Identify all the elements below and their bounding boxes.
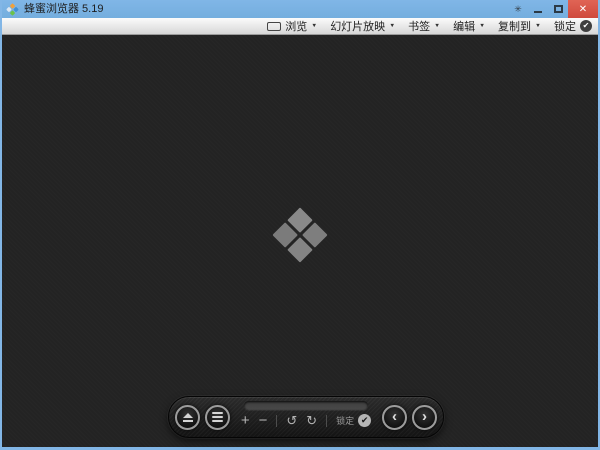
chevron-down-icon: ▼ — [311, 23, 317, 28]
menu-browse[interactable]: 浏览 ▼ — [267, 18, 317, 34]
menu-lock-label: 锁定 — [554, 18, 576, 34]
menu-button[interactable] — [205, 405, 230, 430]
app-window: 蜂蜜浏览器 5.19 ✳ ✕ 浏览 ▼ 幻灯片放映 ▼ 书签 ▼ 编辑 — [0, 0, 600, 450]
window-title: 蜂蜜浏览器 5.19 — [24, 0, 103, 18]
app-logo-icon — [6, 3, 19, 16]
hamburger-menu-icon — [212, 412, 223, 422]
previous-image-button[interactable]: ‹ — [382, 405, 407, 430]
main-toolbar: 浏览 ▼ 幻灯片放映 ▼ 书签 ▼ 编辑 ▼ 复制到 ▼ 锁定 ✔ — [2, 18, 598, 35]
app-logo-watermark — [272, 207, 327, 262]
rotate-right-button[interactable]: ↻ — [306, 414, 317, 427]
chevron-right-icon: › — [422, 409, 427, 424]
minimize-button[interactable] — [528, 0, 548, 18]
divider — [276, 415, 277, 427]
close-icon: ✕ — [579, 4, 587, 15]
divider — [326, 415, 327, 427]
zoom-out-button[interactable]: − — [259, 413, 268, 428]
title-bar: 蜂蜜浏览器 5.19 ✳ ✕ — [2, 0, 598, 18]
check-circle-icon: ✔ — [580, 20, 592, 32]
menu-browse-label: 浏览 — [285, 18, 307, 34]
pin-topmost-button[interactable]: ✳ — [508, 0, 528, 18]
eject-icon — [183, 413, 193, 418]
rotate-left-button[interactable]: ↺ — [286, 414, 297, 427]
eject-button[interactable] — [175, 405, 200, 430]
check-circle-icon: ✔ — [358, 414, 371, 427]
bottom-control-bar: + − ↺ ↻ 锁定 ✔ ‹ › — [168, 396, 444, 438]
chevron-down-icon: ▼ — [479, 23, 485, 28]
lock-toggle[interactable]: 锁定 ✔ — [336, 414, 371, 427]
control-bar-middle: + − ↺ ↻ 锁定 ✔ — [238, 397, 374, 428]
chevron-down-icon: ▼ — [434, 23, 440, 28]
pin-topmost-icon: ✳ — [514, 4, 522, 15]
close-button[interactable]: ✕ — [568, 0, 598, 18]
zoom-in-button[interactable]: + — [241, 413, 250, 428]
menu-lock-toggle[interactable]: 锁定 ✔ — [554, 18, 592, 34]
minimize-icon — [534, 11, 542, 13]
menu-copy-to[interactable]: 复制到 ▼ — [498, 18, 541, 34]
position-slider[interactable] — [244, 401, 368, 410]
menu-edit[interactable]: 编辑 ▼ — [453, 18, 485, 34]
lock-label: 锁定 — [336, 414, 354, 427]
eject-icon-bar — [183, 420, 193, 422]
menu-bookmarks-label: 书签 — [408, 18, 430, 34]
next-image-button[interactable]: › — [412, 405, 437, 430]
menu-bookmarks[interactable]: 书签 ▼ — [408, 18, 440, 34]
control-row: + − ↺ ↻ 锁定 ✔ — [241, 413, 371, 428]
chevron-down-icon: ▼ — [535, 23, 541, 28]
chevron-down-icon: ▼ — [389, 23, 395, 28]
menu-slideshow-label: 幻灯片放映 — [330, 18, 385, 34]
image-canvas: + − ↺ ↻ 锁定 ✔ ‹ › — [2, 35, 598, 447]
maximize-button[interactable] — [548, 0, 568, 18]
menu-slideshow[interactable]: 幻灯片放映 ▼ — [330, 18, 395, 34]
maximize-icon — [554, 5, 563, 13]
screen-view-icon — [267, 22, 281, 31]
menu-copy-to-label: 复制到 — [498, 18, 531, 34]
menu-edit-label: 编辑 — [453, 18, 475, 34]
chevron-left-icon: ‹ — [392, 409, 397, 424]
